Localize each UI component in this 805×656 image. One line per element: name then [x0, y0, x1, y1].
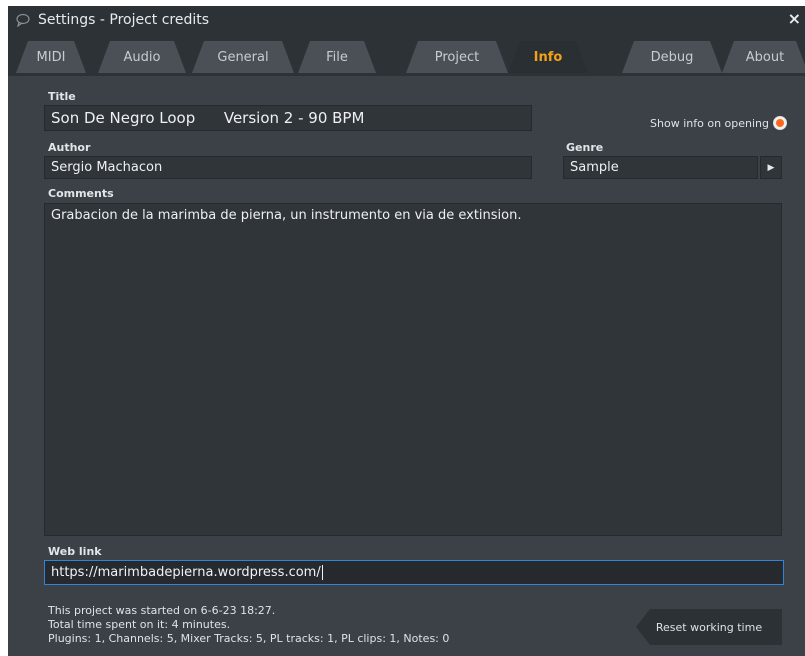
arrow-right-icon[interactable]: ▶	[760, 156, 782, 179]
reset-working-time-button[interactable]: Reset working time	[636, 609, 782, 645]
tab-midi[interactable]: MIDI	[16, 41, 86, 73]
genre-label: Genre	[566, 141, 604, 154]
info-panel: Title Son De Negro Loop Version 2 - 90 B…	[8, 76, 805, 656]
tab-label: File	[326, 49, 348, 65]
stats-text: Plugins: 1, Channels: 5, Mixer Tracks: 5…	[48, 632, 450, 645]
title-input[interactable]: Son De Negro Loop Version 2 - 90 BPM	[44, 105, 532, 131]
genre-select[interactable]: Sample	[563, 156, 758, 179]
tab-label: Info	[533, 49, 563, 65]
window-title: Settings - Project credits	[38, 12, 210, 28]
tab-file[interactable]: File	[298, 41, 376, 73]
title-label: Title	[48, 90, 76, 103]
started-text: This project was started on 6-6-23 18:27…	[48, 604, 276, 617]
author-input[interactable]: Sergio Machacon	[44, 156, 532, 179]
tab-label: Debug	[650, 49, 694, 65]
tab-info[interactable]: Info	[508, 41, 588, 73]
weblink-value: https://marimbadepierna.wordpress.com/	[51, 565, 321, 580]
show-info-option[interactable]: Show info on opening	[650, 116, 787, 130]
speech-bubble-icon	[16, 13, 30, 27]
weblink-label: Web link	[48, 545, 102, 558]
tab-label: Project	[434, 49, 480, 65]
tab-label: MIDI	[36, 49, 66, 65]
show-info-radio[interactable]	[773, 116, 787, 130]
tab-debug[interactable]: Debug	[622, 41, 722, 73]
show-info-label: Show info on opening	[650, 116, 769, 130]
settings-window: Settings - Project credits × MIDI Audio …	[8, 6, 805, 656]
close-button[interactable]: ×	[788, 10, 801, 28]
tab-audio[interactable]: Audio	[98, 41, 186, 73]
author-label: Author	[48, 141, 91, 154]
title-bar: Settings - Project credits ×	[8, 6, 805, 36]
text-caret	[321, 565, 323, 580]
tab-label: General	[217, 49, 269, 65]
tab-label: Audio	[123, 49, 161, 65]
comments-textarea[interactable]: Grabacion de la marimba de pierna, un in…	[44, 203, 782, 536]
tab-general[interactable]: General	[192, 41, 294, 73]
tab-bar: MIDI Audio General File Project Info Deb…	[8, 36, 805, 76]
tab-project[interactable]: Project	[406, 41, 508, 73]
weblink-input[interactable]: https://marimbadepierna.wordpress.com/	[44, 560, 784, 585]
comments-label: Comments	[48, 187, 114, 200]
tab-about[interactable]: About	[722, 41, 805, 73]
tab-label: About	[745, 49, 785, 65]
radio-dot-icon	[776, 119, 784, 127]
time-spent-text: Total time spent on it: 4 minutes.	[48, 618, 231, 631]
